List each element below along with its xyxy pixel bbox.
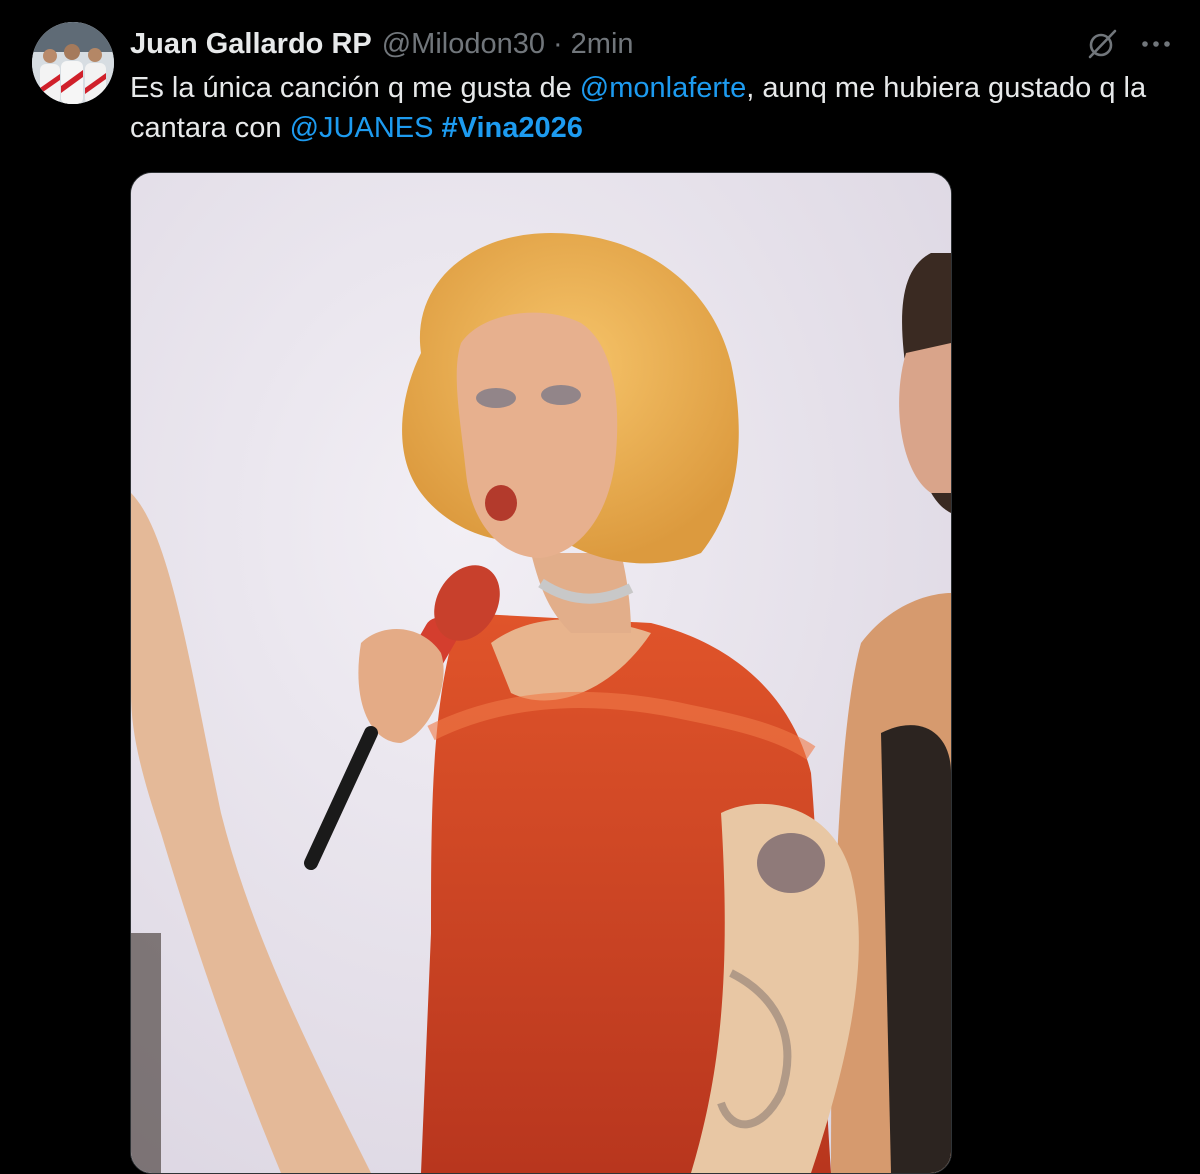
separator-dot: ·	[553, 27, 563, 60]
tweet-photo[interactable]	[130, 172, 952, 1174]
tweet-text-part	[433, 112, 441, 144]
mention-link[interactable]: @JUANES	[290, 112, 434, 144]
mention-link[interactable]: @monlaferte	[580, 72, 746, 104]
timestamp[interactable]: 2min	[571, 28, 634, 61]
tweet-header: Juan Gallardo RP @Milodon30 · 2min	[130, 24, 634, 64]
display-name[interactable]: Juan Gallardo RP	[130, 28, 372, 61]
user-handle[interactable]: @Milodon30	[382, 28, 545, 61]
tweet[interactable]: Juan Gallardo RP @Milodon30 · 2min Es la…	[0, 0, 1200, 1174]
avatar[interactable]	[32, 22, 114, 104]
tweet-text-part: Es la única canción q me gusta de	[130, 72, 580, 104]
tweet-text: Es la única canción q me gusta de @monla…	[130, 68, 1175, 148]
hashtag-link[interactable]: #Vina2026	[442, 112, 583, 144]
grok-icon[interactable]	[1084, 26, 1120, 62]
more-dots-icon[interactable]	[1136, 26, 1176, 62]
